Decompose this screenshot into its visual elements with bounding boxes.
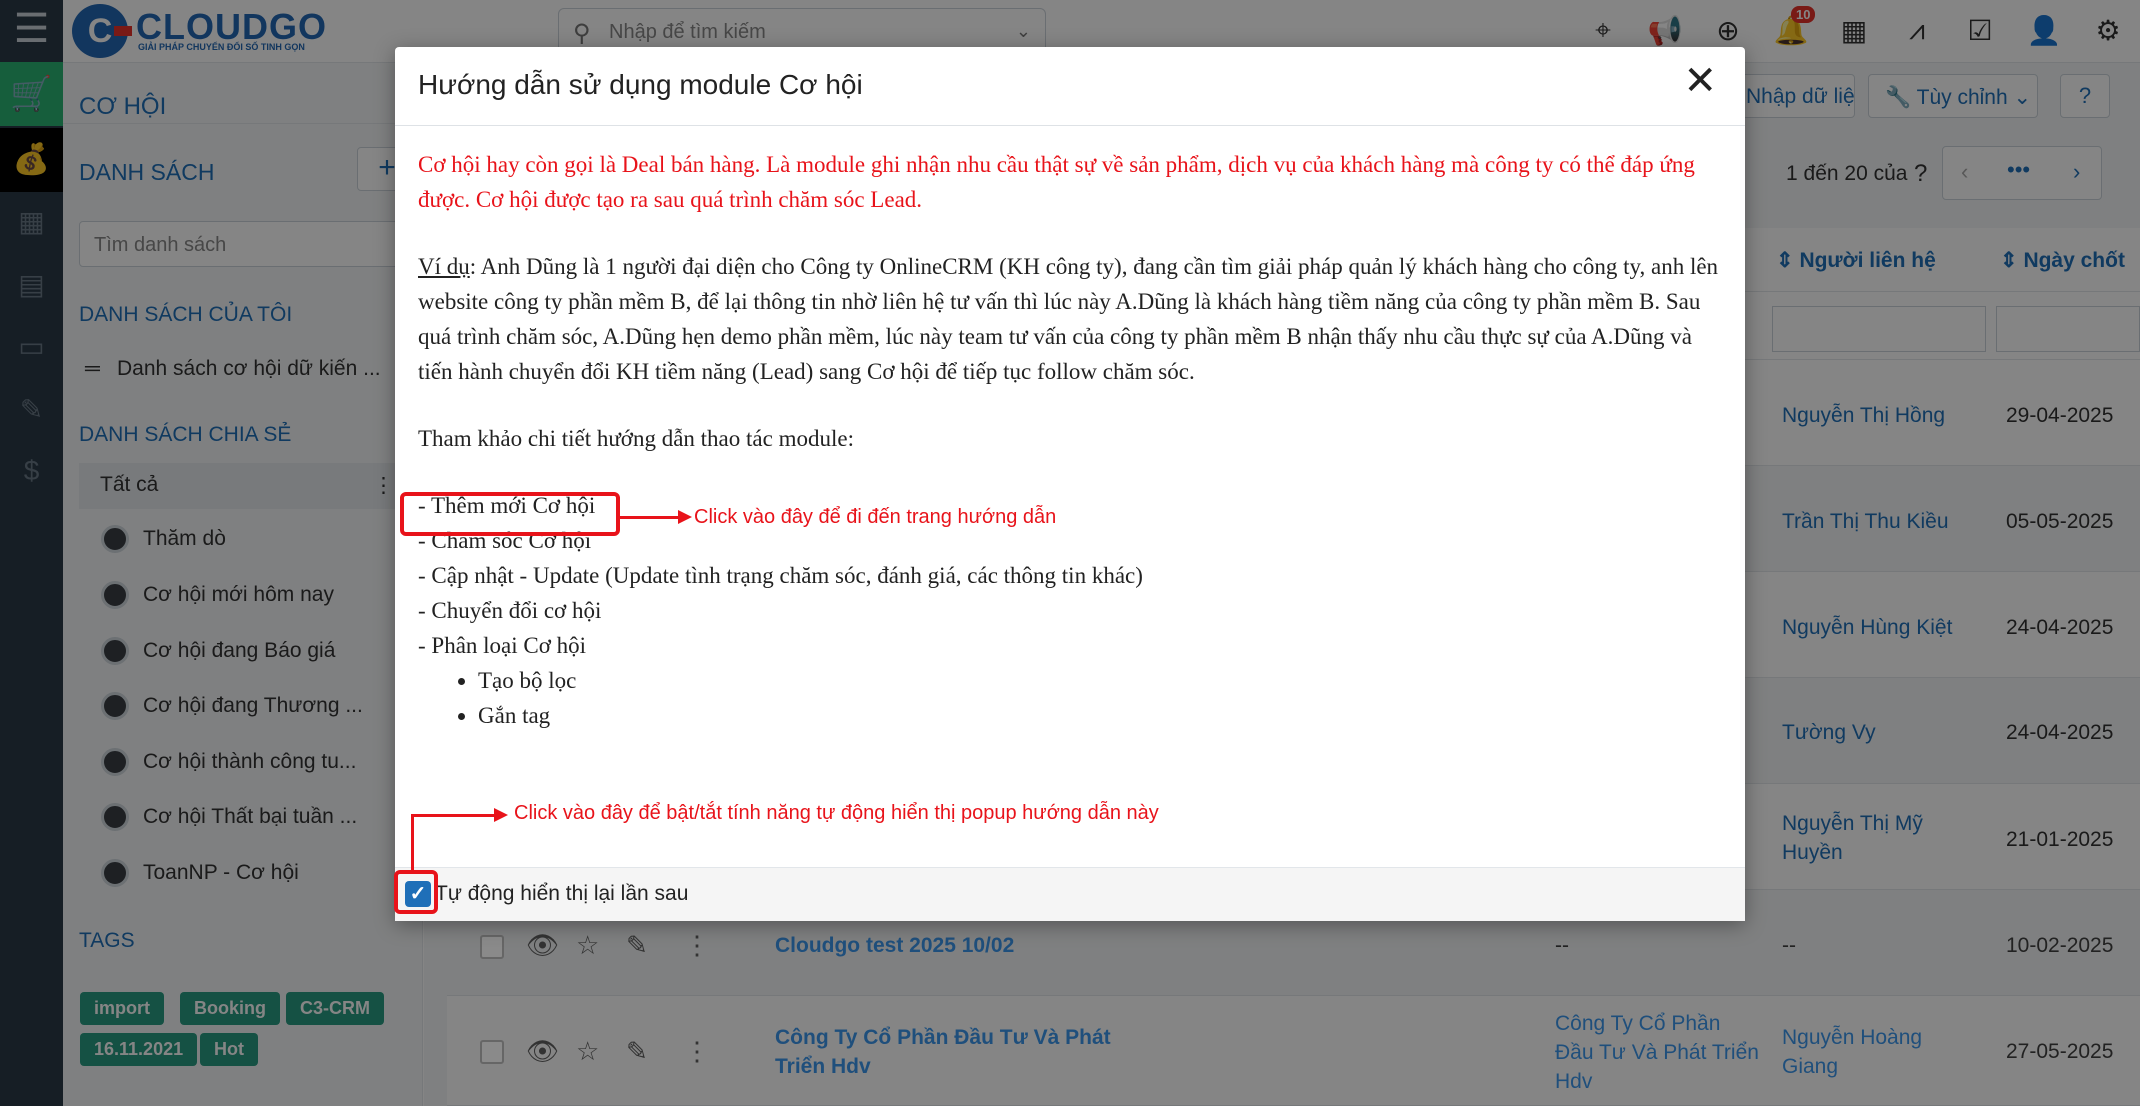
star-icon[interactable]: ☆ xyxy=(576,1036,599,1067)
annotation-arrow-line xyxy=(411,814,496,817)
pencil-icon[interactable]: ✎ xyxy=(626,930,648,961)
auto-show-label[interactable]: Tự động hiển thị lại lần sau xyxy=(435,882,688,906)
sub-steps: Tạo bộ lọc Gắn tag xyxy=(458,663,1723,733)
row-checkbox[interactable] xyxy=(480,1040,504,1064)
modal-footer: ✓ Tự động hiển thị lại lần sau xyxy=(395,867,1745,921)
close-date: 27-05-2025 xyxy=(2006,1040,2114,1063)
eye-icon[interactable]: 👁 xyxy=(526,930,559,961)
opportunity-name-link-line2[interactable]: Triển Hdv xyxy=(775,1055,871,1079)
contact-link-line2[interactable]: Giang xyxy=(1782,1055,1838,1079)
sub-step-tag[interactable]: Gắn tag xyxy=(478,698,1723,733)
example-text: : Anh Dũng là 1 người đại diện cho Công … xyxy=(418,254,1719,384)
close-date: 10-02-2025 xyxy=(2006,934,2114,957)
annotation-arrow-head xyxy=(494,808,508,822)
opportunity-name-link[interactable]: Cloudgo test 2025 10/02 xyxy=(775,934,1014,958)
modal-body: Cơ hội hay còn gọi là Deal bán hàng. Là … xyxy=(418,147,1723,733)
step-convert-link[interactable]: - Chuyển đổi cơ hội xyxy=(418,593,1723,628)
organization-link-line2[interactable]: Đầu Tư Và Phát Triển xyxy=(1555,1041,1759,1065)
annotation-arrow-head xyxy=(678,510,692,524)
organization-link[interactable]: Công Ty Cổ Phần xyxy=(1555,1012,1720,1036)
row-checkbox[interactable] xyxy=(480,935,504,959)
step-classify-link[interactable]: - Phân loại Cơ hội xyxy=(418,628,1723,663)
close-icon[interactable]: ✕ xyxy=(1683,61,1717,101)
contact: -- xyxy=(1782,934,1796,957)
contact-link[interactable]: Nguyễn Hoàng xyxy=(1782,1026,1922,1050)
annotation-toggle-note: Click vào đây để bật/tắt tính năng tự độ… xyxy=(514,802,1159,824)
annotation-arrow-line xyxy=(411,814,414,874)
star-icon[interactable]: ☆ xyxy=(576,930,599,961)
intro-text: Cơ hội hay còn gọi là Deal bán hàng. Là … xyxy=(418,152,1695,212)
example-label: Ví dụ xyxy=(418,254,470,279)
kebab-icon[interactable]: ⋮ xyxy=(684,1036,710,1067)
modal-divider xyxy=(395,125,1745,126)
eye-icon[interactable]: 👁 xyxy=(526,1036,559,1067)
highlight-box-auto-show xyxy=(394,870,438,914)
sub-step-filter[interactable]: Tạo bộ lọc xyxy=(478,663,1723,698)
kebab-icon[interactable]: ⋮ xyxy=(684,930,710,961)
guide-modal: Hướng dẫn sử dụng module Cơ hội ✕ Cơ hội… xyxy=(395,47,1745,921)
opportunity-name-link[interactable]: Công Ty Cổ Phần Đầu Tư Và Phát xyxy=(775,1026,1111,1050)
example-paragraph: Ví dụ: Anh Dũng là 1 người đại diện cho … xyxy=(418,249,1723,389)
reference-text: Tham khảo chi tiết hướng dẫn thao tác mo… xyxy=(418,426,854,451)
pencil-icon[interactable]: ✎ xyxy=(626,1036,648,1067)
highlight-box-add-opportunity xyxy=(400,492,620,536)
modal-title: Hướng dẫn sử dụng module Cơ hội xyxy=(418,69,863,100)
annotation-arrow-line xyxy=(620,516,680,519)
step-update-link[interactable]: - Cập nhật - Update (Update tình trạng c… xyxy=(418,558,1723,593)
organization: -- xyxy=(1555,934,1569,957)
organization-link-line3[interactable]: Hdv xyxy=(1555,1070,1592,1094)
annotation-add-new-note: Click vào đây để đi đến trang hướng dẫn xyxy=(694,506,1057,528)
